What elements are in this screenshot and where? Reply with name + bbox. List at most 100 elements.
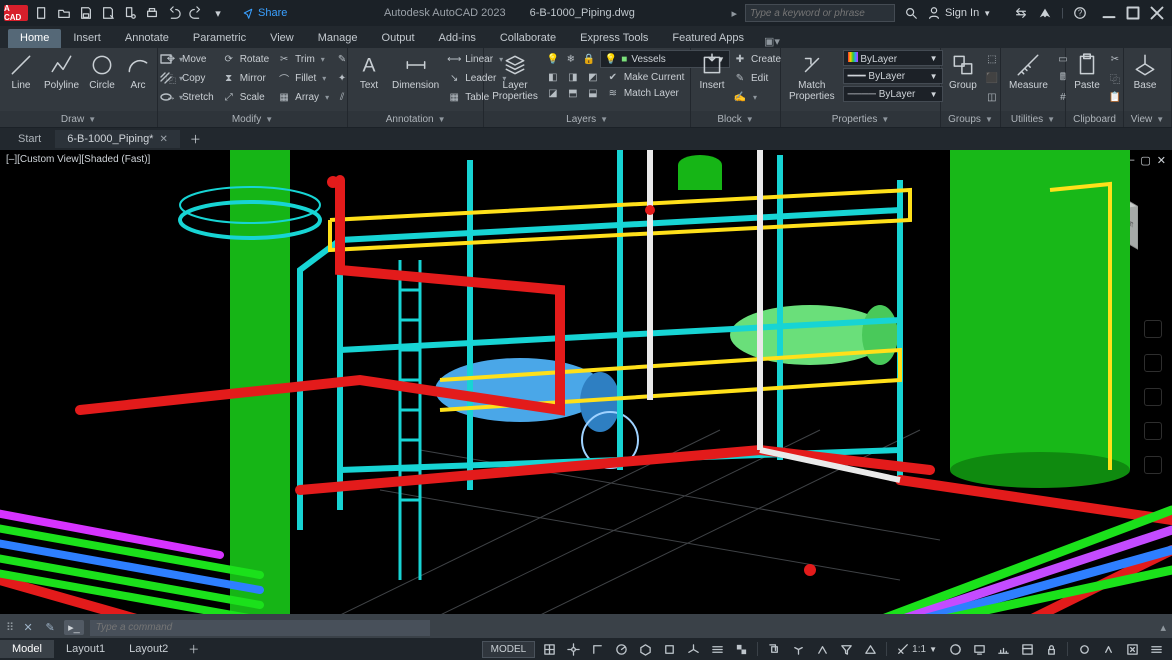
tab-parametric[interactable]: Parametric [181,29,258,48]
paste-special-icon[interactable]: 📋 [1108,90,1122,104]
command-input[interactable] [90,620,430,636]
close-icon[interactable] [1146,5,1168,21]
tab-insert[interactable]: Insert [61,29,113,48]
annotation-monitor-icon[interactable] [969,640,989,658]
customize-status-icon[interactable] [1146,640,1166,658]
layer-properties-button[interactable]: Layer Properties [490,50,540,102]
lwdisplay-icon[interactable] [707,640,727,658]
array-button[interactable]: ▦Array▾ [277,90,329,104]
match-layer-button[interactable]: ≋Match Layer [606,86,679,100]
selection-filter-icon[interactable] [836,640,856,658]
hardware-accel-icon[interactable] [1098,640,1118,658]
plot-icon[interactable] [144,5,160,21]
isodraft-icon[interactable] [635,640,655,658]
autodesk-app-icon[interactable] [1037,5,1053,21]
modelspace-toggle[interactable]: MODEL [482,641,536,658]
ungroup-icon[interactable]: ⬚ [985,52,999,66]
cmd-recent-icon[interactable]: ✎ [42,620,58,636]
undo-icon[interactable] [166,5,182,21]
qat-dropdown-icon[interactable]: ▾ [210,5,226,21]
layer-lock-icon[interactable]: 🔒 [582,52,596,66]
group-button[interactable]: Group [947,50,979,91]
units-icon[interactable] [993,640,1013,658]
filetab-add[interactable]: ＋ [182,128,209,150]
group-sel-icon[interactable]: ◫ [985,90,999,104]
snap-icon[interactable] [563,640,583,658]
layer-freeze-icon[interactable]: ❄ [564,52,578,66]
ribbon-launch-icon[interactable]: ▣▾ [764,35,780,48]
search-input[interactable] [745,4,895,22]
search-go-icon[interactable] [903,5,919,21]
color-combo[interactable]: ByLayer▼ [843,50,943,66]
tab-home[interactable]: Home [8,29,61,48]
layer-prev-icon[interactable]: ◩ [586,70,600,84]
grid-icon[interactable] [539,640,559,658]
insert-button[interactable]: Insert [697,50,727,91]
help-icon[interactable]: ? [1072,5,1088,21]
tab-manage[interactable]: Manage [306,29,370,48]
erase-button[interactable]: ✎ [335,52,349,66]
lineweight-combo[interactable]: ━━━ ByLayer▼ [843,68,943,84]
create-block-button[interactable]: ✚Create [733,52,781,66]
tab-layout1[interactable]: Layout1 [54,640,117,658]
web-mobile-icon[interactable] [122,5,138,21]
cmd-customize-icon[interactable]: ✕ [20,620,36,636]
selection-cycling-icon[interactable] [764,640,784,658]
edit-attr-button[interactable]: ✍▾ [733,90,781,104]
trim-button[interactable]: ✂Trim▾ [277,52,329,66]
filetab-doc[interactable]: 6-B-1000_Piping*✕ [55,130,180,148]
fillet-button[interactable]: ⌒Fillet▾ [277,71,329,85]
arc-button[interactable]: Arc [123,50,153,91]
edit-block-button[interactable]: ✎Edit [733,71,781,85]
layer-walk-icon[interactable]: ◪ [546,86,560,100]
saveas-icon[interactable] [100,5,116,21]
annotation-scale[interactable]: 1:1▼ [893,642,941,656]
match-properties-button[interactable]: Match Properties [787,50,837,102]
explode-button[interactable]: ✦ [335,71,349,85]
maximize-icon[interactable] [1122,5,1144,21]
move-button[interactable]: ✥Move [164,52,214,66]
osnap-icon[interactable] [659,640,679,658]
annotation-visibility-icon[interactable] [860,640,880,658]
make-current-button[interactable]: ✔Make Current [606,70,685,84]
tab-view[interactable]: View [258,29,306,48]
tab-addins[interactable]: Add-ins [427,29,488,48]
tab-annotate[interactable]: Annotate [113,29,181,48]
offset-button[interactable]: ⫽ [335,90,349,104]
cmd-expand-icon[interactable]: ▴ [1160,621,1166,634]
tab-layout2[interactable]: Layout2 [117,640,180,658]
polar-icon[interactable] [611,640,631,658]
3dosnap-icon[interactable] [683,640,703,658]
layer-del-icon[interactable]: ⬓ [586,86,600,100]
group-edit-icon[interactable]: ⬛ [985,71,999,85]
cmd-prompt-icon[interactable]: ▸_ [64,620,84,635]
mirror-button[interactable]: ⧗Mirror [222,71,269,85]
dynamic-ucs-icon[interactable] [812,640,832,658]
layer-merge-icon[interactable]: ⬒ [566,86,580,100]
tab-output[interactable]: Output [370,29,427,48]
ortho-icon[interactable] [587,640,607,658]
save-icon[interactable] [78,5,94,21]
quick-properties-icon[interactable] [1017,640,1037,658]
redo-icon[interactable] [188,5,204,21]
layer-off-icon[interactable]: 💡 [546,52,560,66]
tab-add-layout[interactable]: ＋ [180,638,207,660]
drawing-area[interactable]: [–][Custom View][Shaded (Fast)] – ▢ ✕ FR… [0,150,1172,616]
cmd-handle-icon[interactable]: ⠿ [6,621,14,634]
clean-screen-icon[interactable] [1122,640,1142,658]
app-badge[interactable]: A CAD [4,5,28,21]
lock-ui-icon[interactable] [1041,640,1061,658]
workspace-icon[interactable] [945,640,965,658]
base-view-button[interactable]: Base [1130,50,1160,91]
open-icon[interactable] [56,5,72,21]
line-button[interactable]: Line [6,50,36,91]
layer-iso-icon[interactable]: ◧ [546,70,560,84]
linetype-combo[interactable]: ──── ByLayer▼ [843,86,943,102]
filetab-close-icon[interactable]: ✕ [159,134,167,145]
filetab-start[interactable]: Start [6,130,53,148]
measure-button[interactable]: Measure [1007,50,1050,91]
scale-button[interactable]: ⤢Scale [222,90,269,104]
share-link[interactable]: Share [242,7,287,19]
text-button[interactable]: AText [354,50,384,91]
cut-icon[interactable]: ✂ [1108,52,1122,66]
